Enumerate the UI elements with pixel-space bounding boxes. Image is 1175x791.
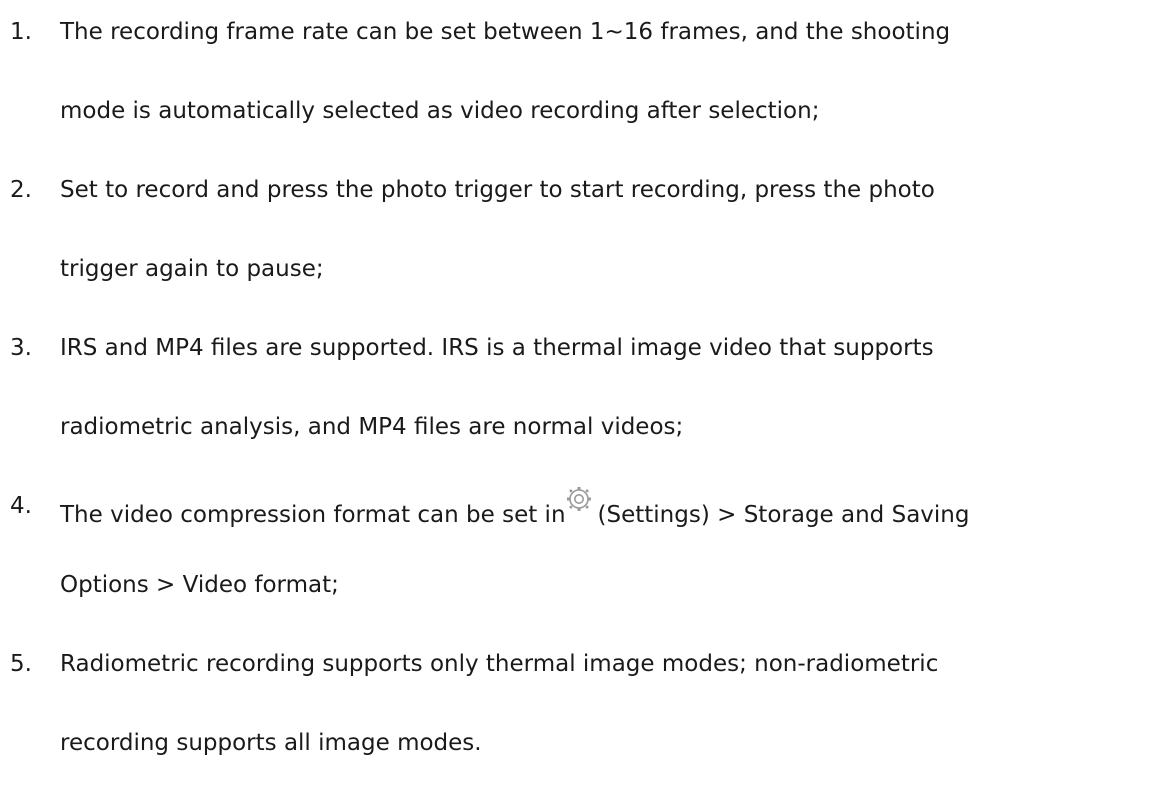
list-item-text-line-1: Radiometric recording supports only ther… — [60, 651, 939, 677]
list-item-text-line-2: Options > Video format; — [60, 572, 339, 598]
list-item-text-line-1: The recording frame rate can be set betw… — [60, 19, 951, 45]
list-item-text-line-1: Set to record and press the photo trigge… — [60, 177, 935, 203]
list-item-text-line-1: The video compression format can be set … — [60, 486, 969, 535]
settings-gear-icon — [566, 487, 591, 511]
instruction-list: 1. The recording frame rate can be set b… — [0, 0, 1175, 791]
list-item-number: 4. — [10, 493, 32, 519]
list-item-number: 5. — [10, 651, 32, 677]
text-after-icon: (Settings) > Storage and Saving — [597, 502, 970, 528]
list-item-number: 1. — [10, 19, 32, 45]
text-before-icon: The video compression format can be set … — [60, 502, 566, 528]
list-item-text-line-1: IRS and MP4 files are supported. IRS is … — [60, 335, 934, 361]
list-item-text-line-2: mode is automatically selected as video … — [60, 98, 820, 124]
list-item-number: 3. — [10, 335, 32, 361]
list-item-text-line-2: radiometric analysis, and MP4 files are … — [60, 414, 684, 440]
list-item-text-line-2: recording supports all image modes. — [60, 730, 482, 756]
list-item-number: 2. — [10, 177, 32, 203]
list-item-text-line-2: trigger again to pause; — [60, 256, 324, 282]
